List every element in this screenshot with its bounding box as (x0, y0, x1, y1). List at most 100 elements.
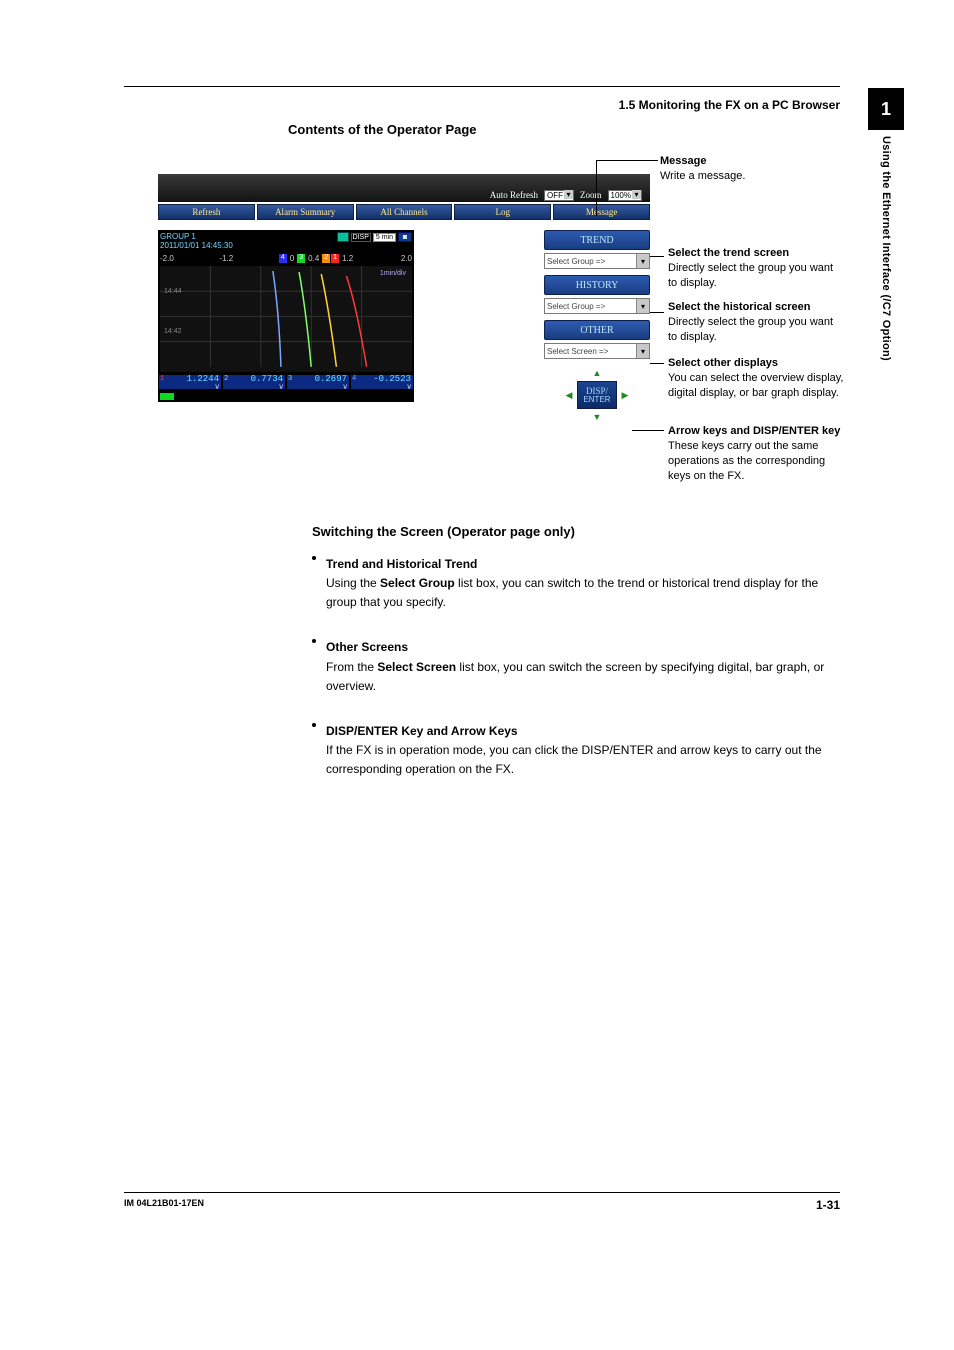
t-bold: Select Screen (377, 660, 456, 674)
ann-other: Select other displays You can select the… (668, 356, 844, 401)
footer-doc-id: IM 04L21B01-17EN (124, 1198, 204, 1208)
arrow-left-icon[interactable]: ◀ (561, 381, 577, 409)
operator-page-screenshot: Auto Refresh OFF Zoom 100% Refresh Alarm… (158, 174, 650, 450)
status-bar (158, 392, 414, 402)
trend-plot: 14:44 14:42 1min/div (160, 266, 412, 372)
digital-cell-2: 2 0.7734 V (222, 374, 286, 390)
lead-other (650, 363, 664, 364)
bullet-other-text: From the Select Screen list box, you can… (326, 658, 840, 696)
scale-left: -2.0 (160, 254, 174, 263)
arrow-up-icon[interactable]: ▲ (577, 365, 617, 381)
nav-column: TREND Select Group => HISTORY Select Gro… (544, 230, 650, 425)
status-indicator-icon (160, 393, 174, 400)
ch-num: 1 (160, 375, 164, 383)
ch-num: 3 (288, 375, 292, 383)
ann-message-title: Message (660, 154, 840, 169)
panel-icons: DISP 5 min ◙ (337, 232, 412, 242)
rate-badge: 5 min (373, 233, 396, 242)
tab-row: Refresh Alarm Summary All Channels Log M… (158, 204, 650, 220)
scale-mid1: -1.2 (219, 254, 233, 263)
body-text: Switching the Screen (Operator page only… (312, 522, 840, 793)
tag-1: 1 (331, 254, 339, 263)
x-scale: -2.0 -1.2 4 0 3 0.4 2 1 1.2 2.0 (160, 250, 412, 266)
arrow-down-icon[interactable]: ▼ (577, 409, 617, 425)
section-path: 1.5 Monitoring the FX on a PC Browser (560, 98, 840, 112)
lead-hist (650, 312, 664, 313)
bullet-trend-text: Using the Select Group list box, you can… (326, 574, 840, 612)
lead-message-h (596, 160, 658, 161)
trend-button[interactable]: TREND (544, 230, 650, 250)
ch-val: -0.2523 (373, 374, 411, 384)
ann-hist: Select the historical screen Directly se… (668, 300, 844, 345)
auto-refresh-label: Auto Refresh (490, 190, 538, 200)
digital-cell-1: 1 1.2244 V (158, 374, 222, 390)
arrow-right-icon[interactable]: ▶ (617, 381, 633, 409)
history-button[interactable]: HISTORY (544, 275, 650, 295)
ann-message: Message Write a message. (660, 154, 840, 184)
tab-alarm-summary[interactable]: Alarm Summary (257, 204, 354, 220)
ann-other-desc: You can select the overview display, dig… (668, 371, 844, 401)
history-select-group[interactable]: Select Group => (544, 298, 650, 314)
ylab-1: 14:44 (164, 288, 182, 295)
ch-val: 1.2244 (187, 374, 219, 384)
lead-message-v (596, 160, 597, 216)
ylab-2: 14:42 (164, 328, 182, 335)
t: Using the (326, 576, 380, 590)
scale-right: 2.0 (401, 254, 412, 263)
ch-val: 0.2697 (315, 374, 347, 384)
ch-unit: V (215, 384, 219, 391)
ann-keys-title: Arrow keys and DISP/ENTER key (668, 424, 848, 439)
disp-enter-button[interactable]: DISP/ ENTER (577, 381, 617, 409)
ann-hist-title: Select the historical screen (668, 300, 844, 315)
snapshot-icon[interactable]: ◙ (398, 232, 412, 242)
other-button[interactable]: OTHER (544, 320, 650, 340)
bullet-disp: DISP/ENTER Key and Arrow Keys If the FX … (312, 716, 840, 794)
scale-zero: 0 (288, 254, 296, 263)
bullet-trend-title: Trend and Historical Trend (326, 555, 840, 574)
bullet-icon (312, 723, 316, 727)
tag-2: 2 (322, 254, 330, 263)
chapter-side-tab: 1 Using the Ethernet Interface (/C7 Opti… (868, 88, 904, 361)
tab-message[interactable]: Message (553, 204, 650, 220)
keypad: ▲ ◀ DISP/ ENTER ▶ ▼ (561, 365, 633, 425)
header-rule (124, 86, 840, 87)
tab-all-channels[interactable]: All Channels (356, 204, 453, 220)
chapter-label: Using the Ethernet Interface (/C7 Option… (880, 136, 892, 361)
t: From the (326, 660, 377, 674)
chapter-number: 1 (868, 88, 904, 130)
tab-log[interactable]: Log (454, 204, 551, 220)
disp-badge: DISP (351, 233, 371, 242)
ann-keys-desc: These keys carry out the same operations… (668, 439, 848, 484)
ch-unit: V (279, 384, 283, 391)
ch-unit: V (407, 384, 411, 391)
ann-trend-title: Select the trend screen (668, 246, 840, 261)
subheading: Switching the Screen (Operator page only… (312, 522, 840, 543)
lead-keys (632, 430, 664, 431)
channel-tags: 4 0 3 0.4 2 1 1.2 (279, 254, 355, 263)
panel-title: GROUP 1 2011/01/01 14:45:30 (160, 232, 233, 250)
ann-other-title: Select other displays (668, 356, 844, 371)
footer-page-number: 1-31 (816, 1198, 840, 1212)
display-mode-icon[interactable] (337, 232, 349, 242)
group-timestamp: 2011/01/01 14:45:30 (160, 241, 233, 250)
bullet-icon (312, 639, 316, 643)
ann-message-desc: Write a message. (660, 169, 840, 184)
tab-refresh[interactable]: Refresh (158, 204, 255, 220)
control-bar: Auto Refresh OFF Zoom 100% (158, 186, 650, 204)
ann-hist-desc: Directly select the group you want to di… (668, 315, 844, 345)
ann-keys: Arrow keys and DISP/ENTER key These keys… (668, 424, 848, 483)
zoom-select[interactable]: 100% (608, 190, 642, 201)
bullet-trend: Trend and Historical Trend Using the Sel… (312, 549, 840, 627)
ch-num: 2 (224, 375, 228, 383)
trend-select-group[interactable]: Select Group => (544, 253, 650, 269)
ch-val: 0.7734 (251, 374, 283, 384)
ann-trend-desc: Directly select the group you want to di… (668, 261, 840, 291)
group-name: GROUP 1 (160, 232, 233, 241)
bullet-other: Other Screens From the Select Screen lis… (312, 632, 840, 710)
disp-enter-line2: ENTER (583, 396, 610, 404)
digital-cell-4: 4 -0.2523 V (350, 374, 414, 390)
digital-cell-3: 3 0.2697 V (286, 374, 350, 390)
other-select-screen[interactable]: Select Screen => (544, 343, 650, 359)
zoom-label: Zoom (580, 190, 602, 200)
auto-refresh-select[interactable]: OFF (544, 190, 574, 201)
